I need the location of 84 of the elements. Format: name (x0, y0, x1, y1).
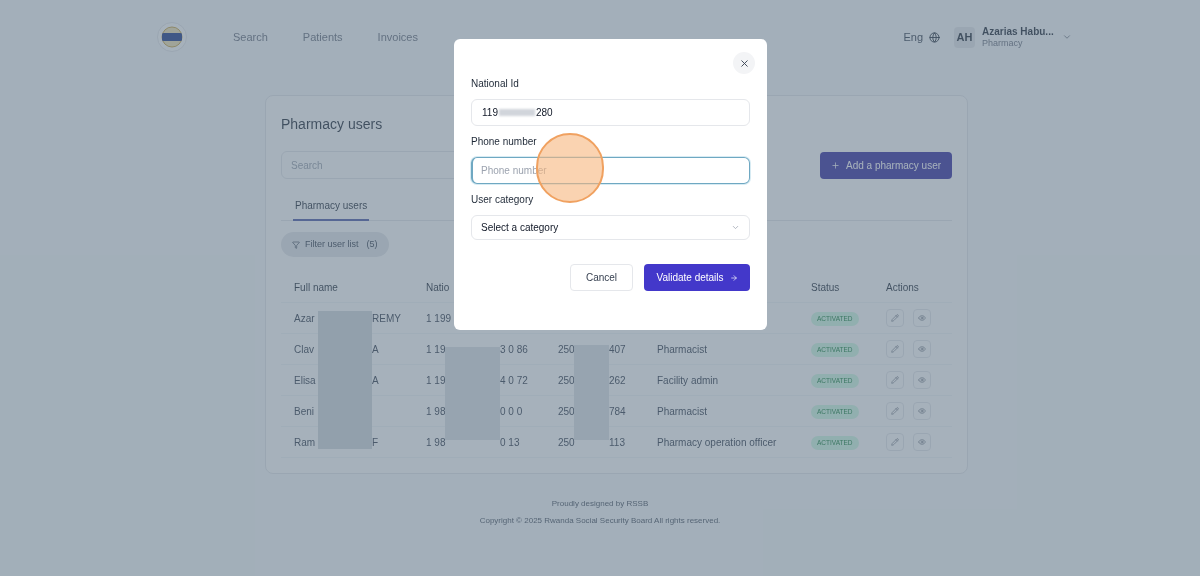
field-label: National Id (471, 77, 520, 91)
table-cell-text: Ram (294, 435, 317, 450)
filter-button[interactable]: Filter user list (5) (281, 232, 389, 257)
pencil-icon (891, 407, 899, 415)
eye-icon (918, 407, 926, 415)
pencil-icon (891, 345, 899, 353)
table-cell-text: A (372, 373, 379, 388)
input-field[interactable]: 119 280 (471, 99, 750, 126)
close-button[interactable] (733, 52, 755, 74)
table-cell-text: 113 (609, 435, 625, 450)
user-avatar[interactable]: AH (954, 26, 975, 48)
filter-icon (292, 240, 300, 249)
column-header: Status (811, 282, 840, 293)
table-cell-text: 0 13 (500, 435, 520, 450)
table-cell-text: 262 (609, 373, 626, 388)
footer-text: Copyright © 2025 Rwanda Social Security Board All rights reserved. (479, 515, 721, 527)
eye-icon (918, 314, 926, 322)
globe-icon[interactable] (929, 31, 940, 43)
field-label: User category (471, 193, 535, 207)
table-cell-text: Elisa (294, 373, 317, 388)
chevron-icon[interactable] (1062, 32, 1072, 42)
view-button[interactable] (913, 309, 931, 327)
table-cell-text: 0 0 0 (500, 404, 523, 419)
table-cell-text: 250 (558, 342, 576, 357)
edit-button[interactable] (886, 340, 904, 358)
eye-icon (918, 438, 926, 446)
plus-icon (830, 160, 840, 170)
nav-link[interactable]: Search (233, 28, 268, 46)
table-cell-text: 4 0 72 (500, 373, 528, 388)
view-button[interactable] (913, 433, 931, 451)
logo-icon[interactable] (157, 22, 187, 52)
table-cell-text: 1 98 (426, 404, 447, 419)
table-cell: Pharmacist (657, 405, 707, 417)
view-button[interactable] (913, 340, 931, 358)
table-cell-text: 3 0 86 (500, 342, 528, 357)
table-cell-text: 1 19 (426, 342, 447, 357)
table-cell-text: 1 199 (426, 311, 452, 326)
table-cell-text: Beni (294, 404, 314, 419)
table-cell: Pharmacist (657, 343, 707, 355)
field-label: Phone number (471, 135, 538, 149)
edit-button[interactable] (886, 433, 904, 451)
table-cell-text: 407 (609, 342, 626, 357)
table-cell-text: Clav (294, 342, 315, 357)
table-cell-text: 250 (558, 435, 576, 450)
table-cell-text: F (372, 435, 379, 450)
chevron-icon (731, 223, 740, 232)
pencil-icon (891, 376, 899, 384)
redaction-block (498, 109, 535, 116)
table-cell-text: Azar (294, 311, 316, 326)
view-button[interactable] (913, 371, 931, 389)
language-label[interactable]: Eng (903, 28, 923, 46)
column-header: Full name (294, 282, 338, 293)
arrow-icon (729, 273, 738, 282)
close-icon (738, 57, 750, 69)
eye-icon (918, 345, 926, 353)
pencil-icon (891, 314, 899, 322)
edit-button[interactable] (886, 309, 904, 327)
validate-button[interactable]: Validate details (644, 264, 750, 291)
nav-link[interactable]: Patients (302, 28, 343, 46)
select-dropdown[interactable]: Select a category (471, 215, 750, 240)
edit-button[interactable] (886, 371, 904, 389)
pencil-icon (891, 438, 899, 446)
table-cell-text: 250 (558, 404, 576, 419)
cancel-button[interactable]: Cancel (570, 264, 633, 291)
edit-button[interactable] (886, 402, 904, 420)
user-name: Azarias Habu... (982, 25, 1052, 38)
table-cell: Pharmacy operation officer (657, 436, 777, 448)
table-cell-text: REMY (372, 311, 401, 326)
column-header: Natio (426, 282, 450, 293)
table-cell-text: A (372, 342, 379, 357)
nav-link[interactable]: Invoices (377, 28, 418, 46)
view-button[interactable] (913, 402, 931, 420)
table-cell-text: 1 98 (426, 435, 447, 450)
table-cell-text: 250 (558, 373, 576, 388)
footer-text: Proudly designed by RSSB (551, 498, 649, 510)
eye-icon (918, 376, 926, 384)
table-cell-text: 784 (609, 404, 626, 419)
table-cell-text: 1 19 (426, 373, 447, 388)
user-role: Pharmacy (982, 37, 1024, 49)
add-user-button[interactable]: Add a pharmacy user (820, 151, 952, 179)
table-cell: Facility admin (657, 374, 719, 386)
tab[interactable]: Pharmacy users (293, 191, 370, 221)
page-title: Pharmacy users (281, 115, 383, 134)
column-header: Actions (886, 282, 919, 293)
